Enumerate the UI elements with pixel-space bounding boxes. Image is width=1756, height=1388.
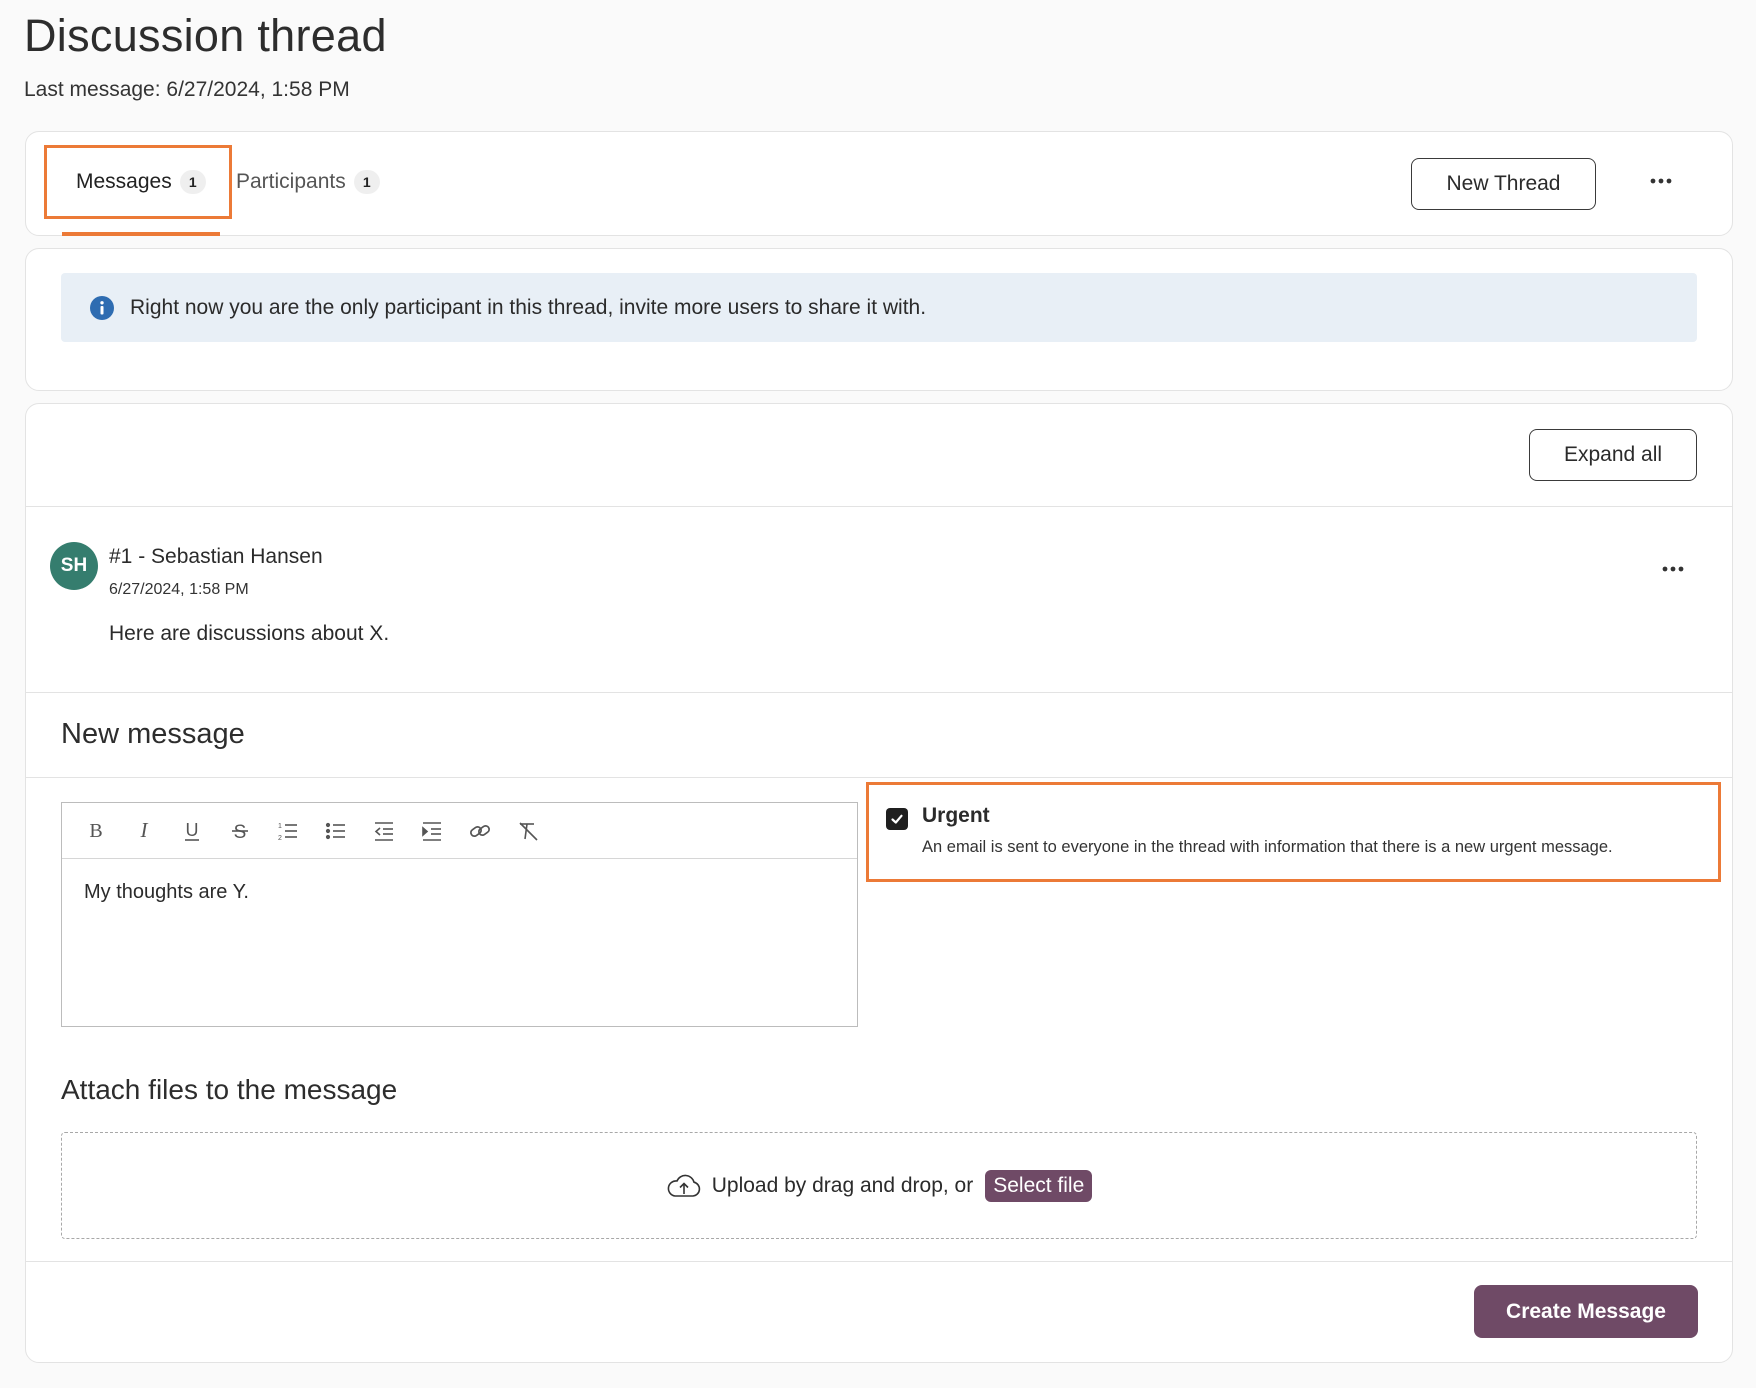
message-author: #1 - Sebastian Hansen: [109, 545, 323, 568]
tab-participants[interactable]: Participants 1: [236, 170, 380, 194]
tab-messages[interactable]: Messages 1: [76, 170, 206, 194]
svg-text:B: B: [89, 820, 102, 842]
info-card: Right now you are the only participant i…: [25, 248, 1733, 391]
new-message-heading: New message: [61, 718, 245, 750]
svg-text:U: U: [186, 820, 199, 840]
info-icon: [90, 295, 114, 320]
urgent-description: An email is sent to everyone in the thre…: [922, 838, 1613, 856]
ordered-list-icon[interactable]: 1 2: [264, 811, 312, 851]
info-banner: Right now you are the only participant i…: [61, 273, 1697, 342]
tab-messages-count: 1: [179, 170, 206, 194]
avatar: SH: [50, 542, 98, 590]
svg-text:S: S: [234, 822, 247, 842]
tab-messages-label: Messages: [76, 170, 172, 193]
strikethrough-icon[interactable]: S: [216, 811, 264, 851]
cloud-upload-icon: [667, 1174, 700, 1197]
last-message-timestamp: Last message: 6/27/2024, 1:58 PM: [24, 78, 350, 101]
italic-icon[interactable]: I: [120, 811, 168, 851]
urgent-option: Urgent An email is sent to everyone in t…: [866, 782, 1726, 882]
active-tab-indicator: [62, 232, 220, 236]
clear-format-icon[interactable]: [504, 811, 552, 851]
file-dropzone[interactable]: Upload by drag and drop, or Select file: [61, 1132, 1697, 1239]
message-timestamp: 6/27/2024, 1:58 PM: [109, 581, 249, 598]
underline-icon[interactable]: U: [168, 811, 216, 851]
tab-participants-count: 1: [353, 170, 380, 194]
link-icon[interactable]: [456, 811, 504, 851]
messages-card: Expand all SH #1 - Sebastian Hansen 6/27…: [25, 403, 1733, 1363]
info-text: Right now you are the only participant i…: [130, 295, 927, 319]
svg-text:2: 2: [278, 835, 282, 842]
thread-tabs-bar: Messages 1 Participants 1 New Thread: [25, 131, 1733, 236]
indent-icon[interactable]: [408, 811, 456, 851]
svg-text:I: I: [140, 820, 149, 842]
attach-files-heading: Attach files to the message: [61, 1074, 398, 1105]
expand-all-button[interactable]: Expand all: [1529, 429, 1697, 481]
urgent-label: Urgent: [922, 804, 990, 827]
more-horizontal-icon[interactable]: [1649, 177, 1673, 185]
urgent-highlight-box: [866, 782, 1721, 882]
message-editor: B I U S 1 2 My thoughts are Y.: [61, 802, 858, 1027]
svg-text:1: 1: [278, 823, 282, 830]
create-message-button[interactable]: Create Message: [1474, 1285, 1698, 1338]
divider: [26, 692, 1732, 693]
urgent-checkbox[interactable]: [886, 808, 908, 830]
bullet-list-icon[interactable]: [312, 811, 360, 851]
divider: [26, 1261, 1732, 1262]
select-file-button[interactable]: Select file: [985, 1169, 1093, 1202]
checkmark-icon: [891, 814, 903, 824]
upload-instructions: Upload by drag and drop, or: [711, 1173, 974, 1197]
divider: [26, 777, 1732, 778]
page-title: Discussion thread: [24, 10, 387, 61]
editor-toolbar: B I U S 1 2: [62, 803, 857, 859]
outdent-icon[interactable]: [360, 811, 408, 851]
divider: [26, 506, 1732, 507]
message-text-area[interactable]: My thoughts are Y.: [62, 859, 857, 926]
bold-icon[interactable]: B: [72, 811, 120, 851]
message-body: Here are discussions about X.: [109, 622, 390, 645]
new-thread-button[interactable]: New Thread: [1411, 158, 1596, 210]
message-more-icon[interactable]: [1661, 565, 1685, 573]
tab-participants-label: Participants: [236, 170, 346, 193]
